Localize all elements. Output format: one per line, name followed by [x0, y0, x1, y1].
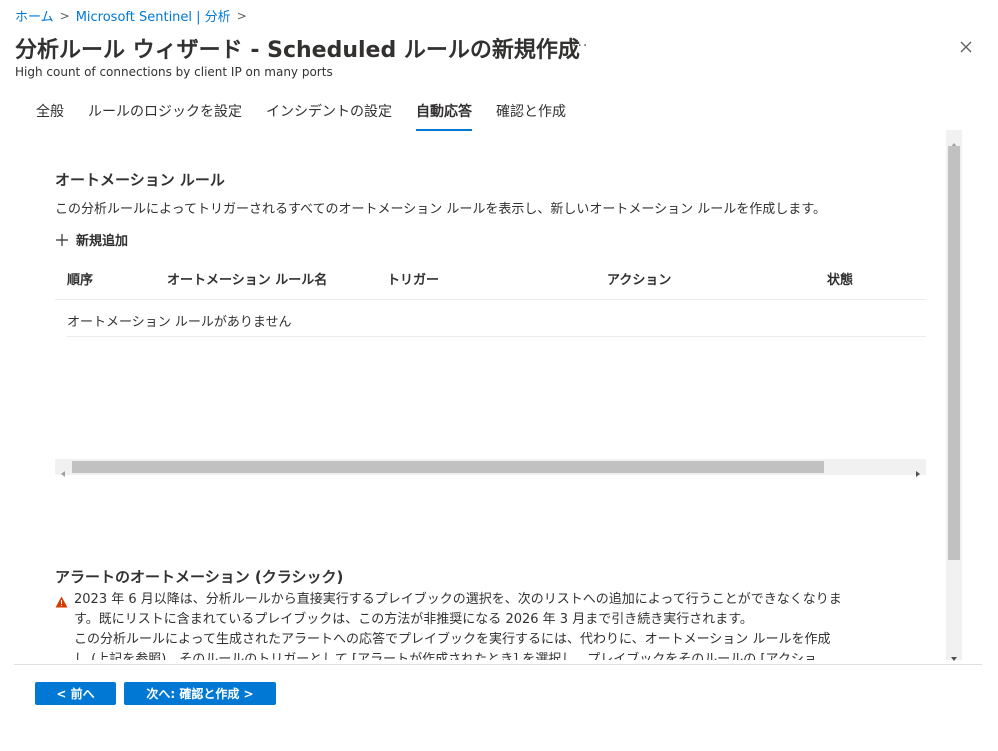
- close-icon[interactable]: [957, 38, 975, 56]
- breadcrumb: ホーム > Microsoft Sentinel | 分析 >: [15, 6, 253, 26]
- warning-text-line: この分析ルールによって生成されたアラートへの応答でプレイブックを実行するには、代…: [74, 632, 831, 647]
- scroll-down-icon[interactable]: [950, 648, 958, 661]
- warning-text-line: す。既にリストに含まれているプレイブックは、この方法が非推奨になる 2026 年…: [74, 612, 753, 627]
- page-subtitle: High count of connections by client IP o…: [15, 65, 333, 79]
- horizontal-scrollbar-thumb[interactable]: [72, 461, 824, 473]
- automation-rules-description: この分析ルールによってトリガーされるすべてのオートメーション ルールを表示し、新…: [55, 202, 826, 217]
- tab-general[interactable]: 全般: [36, 101, 64, 131]
- plus-icon: [55, 233, 69, 247]
- column-header-trigger[interactable]: トリガー: [387, 269, 439, 288]
- automation-rules-table-header: 順序 オートメーション ルール名 トリガー アクション 状態: [55, 256, 926, 300]
- automation-rules-heading: オートメーション ルール: [55, 171, 225, 189]
- add-new-label: 新規追加: [76, 234, 129, 249]
- warning-text-line: し (上記を参照)、そのルールのトリガーとして [アラートが作成されたとき] を…: [74, 652, 817, 660]
- breadcrumb-chevron-icon: >: [59, 8, 70, 23]
- breadcrumb-sentinel-link[interactable]: Microsoft Sentinel | 分析: [76, 6, 231, 25]
- more-options-icon[interactable]: ···: [572, 38, 588, 54]
- previous-button[interactable]: < 前へ: [35, 682, 116, 705]
- vertical-scrollbar[interactable]: [946, 130, 962, 661]
- column-header-order[interactable]: 順序: [67, 269, 93, 288]
- warning-icon: [55, 593, 68, 608]
- breadcrumb-home-link[interactable]: ホーム: [15, 6, 54, 25]
- scroll-up-icon[interactable]: [950, 134, 958, 147]
- alert-automation-heading: アラートのオートメーション (クラシック): [55, 568, 344, 586]
- next-review-create-button[interactable]: 次へ: 確認と作成 >: [124, 682, 276, 705]
- page-title: 分析ルール ウィザード - Scheduled ルールの新規作成: [15, 38, 580, 63]
- wizard-tabs: 全般 ルールのロジックを設定 インシデントの設定 自動応答 確認と作成: [36, 101, 590, 131]
- warning-text-line: 2023 年 6 月以降は、分析ルールから直接実行するプレイブックの選択を、次の…: [74, 592, 842, 607]
- empty-table-message: オートメーション ルールがありません: [67, 315, 292, 330]
- table-row: オートメーション ルールがありません: [67, 300, 926, 337]
- column-header-rule-name[interactable]: オートメーション ルール名: [167, 269, 327, 288]
- vertical-scrollbar-thumb[interactable]: [948, 146, 960, 560]
- scroll-right-icon[interactable]: [914, 463, 922, 477]
- tab-incident-settings[interactable]: インシデントの設定: [266, 101, 392, 131]
- tab-automated-response[interactable]: 自動応答: [416, 101, 472, 131]
- breadcrumb-chevron-icon: >: [236, 8, 247, 23]
- horizontal-scrollbar[interactable]: [55, 459, 926, 477]
- add-new-button[interactable]: 新規追加: [55, 230, 128, 249]
- column-header-status[interactable]: 状態: [827, 269, 853, 288]
- scroll-left-icon[interactable]: [59, 463, 67, 477]
- column-header-actions[interactable]: アクション: [607, 269, 671, 288]
- tab-review-create[interactable]: 確認と作成: [496, 101, 566, 131]
- content-panel: オートメーション ルール この分析ルールによってトリガーされるすべてのオートメー…: [0, 130, 940, 660]
- tab-rule-logic[interactable]: ルールのロジックを設定: [88, 101, 242, 131]
- footer-divider: [14, 664, 982, 665]
